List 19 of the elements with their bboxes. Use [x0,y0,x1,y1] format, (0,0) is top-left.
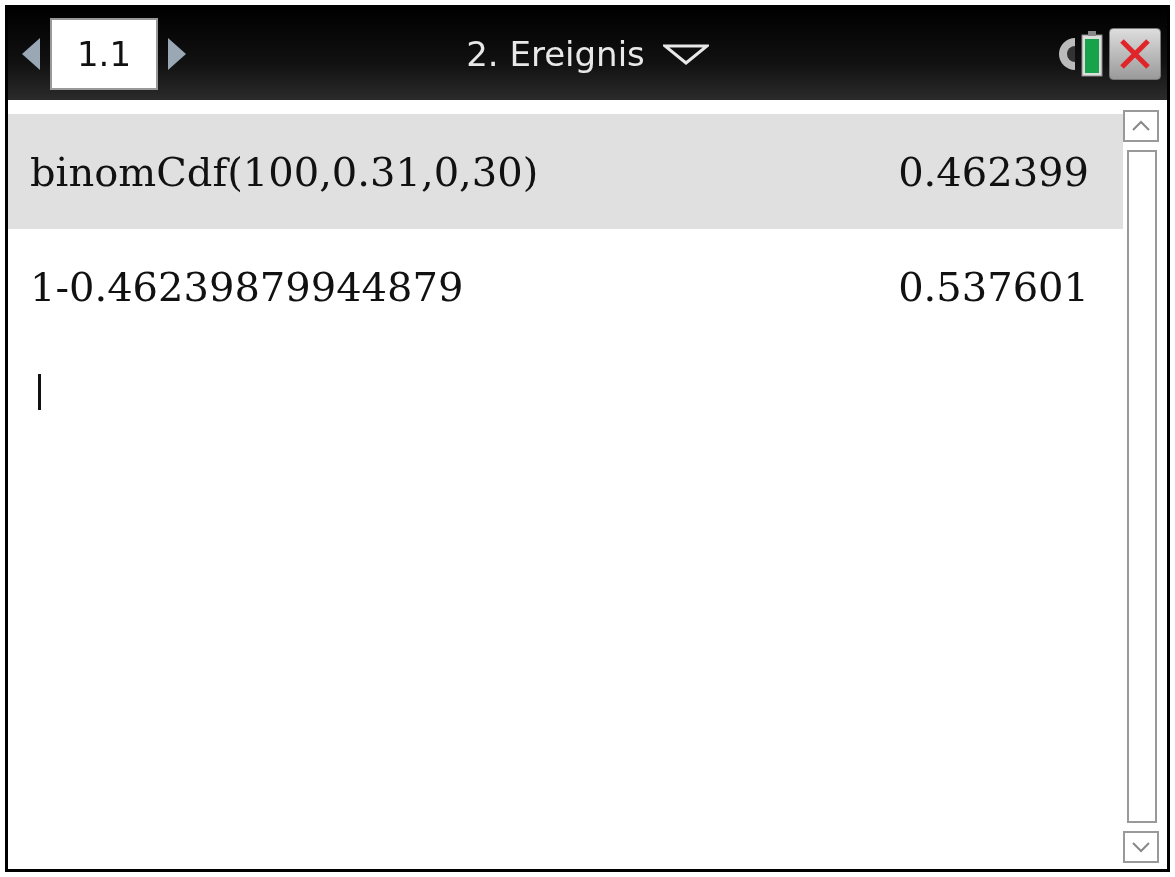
battery-icon [1081,31,1103,77]
result-text: 0.462399 [898,148,1089,195]
next-page-icon[interactable] [166,36,188,72]
text-cursor [38,374,41,410]
expression-text: binomCdf(100,0.31,0,30) [30,148,539,195]
scroll-down-button[interactable] [1123,831,1159,863]
expression-text: 1-0.46239879944879 [30,263,464,310]
page-tab[interactable]: 1.1 [50,18,158,90]
close-icon [1118,37,1152,71]
result-text: 0.537601 [898,263,1089,310]
chevron-down-icon [1131,841,1151,853]
scrollbar-track[interactable] [1127,150,1157,823]
dropdown-icon[interactable] [662,43,709,65]
history-row[interactable]: binomCdf(100,0.31,0,30) 0.462399 [8,114,1123,229]
scroll-up-button[interactable] [1123,110,1159,142]
previous-page-icon[interactable] [20,36,42,72]
close-button[interactable] [1109,28,1161,80]
chevron-up-icon [1131,120,1151,132]
document-title: 2. Ereignis [466,34,645,74]
